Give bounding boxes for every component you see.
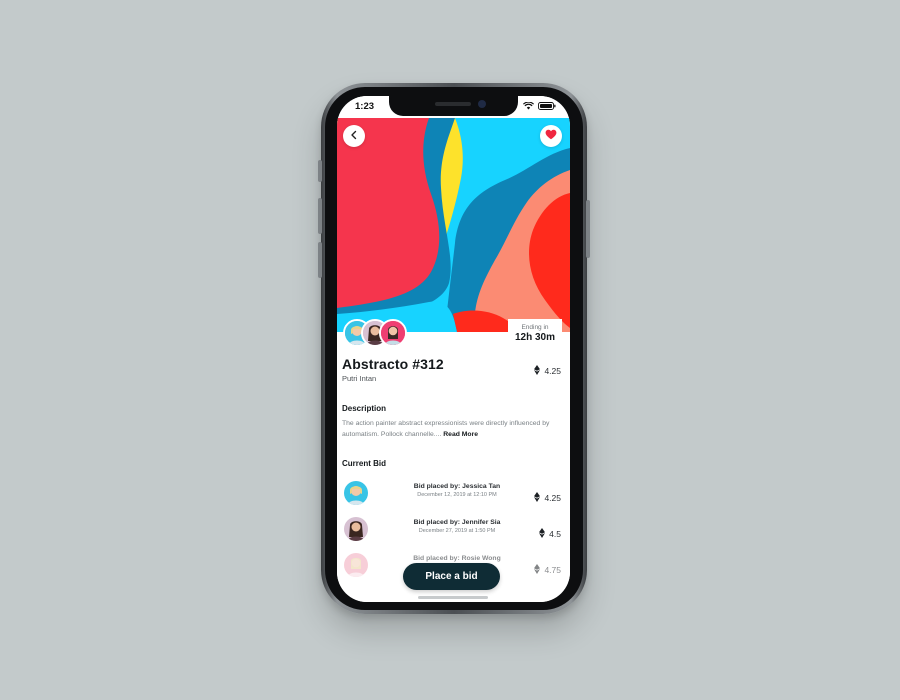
wifi-icon [523,102,534,110]
mute-switch [318,160,322,182]
bid-placed-by: Bid placed by: Jennifer Sia [413,519,501,526]
ethereum-icon [534,362,541,380]
bid-date: December 12, 2019 at 12:10 PM [417,492,497,498]
bid-row[interactable]: Bid placed by: Jennifer Sia December 27,… [337,513,570,545]
back-button[interactable] [343,125,365,147]
ending-timer: Ending in 12h 30m [508,319,562,347]
bid-price: 4.25 [534,489,561,507]
like-button[interactable] [540,125,562,147]
status-icons [523,102,556,110]
place-bid-button[interactable]: Place a bid [403,563,500,590]
description-title: Description [342,404,387,413]
phone-screen: 1:23 Ending in 12h 30m Abstracto #312 Pu… [337,96,570,602]
avatar [344,553,368,577]
ending-label: Ending in [521,324,549,331]
status-time: 1:23 [355,101,375,112]
artwork-title: Abstracto #312 [342,356,444,372]
speaker-grille [435,102,471,106]
bid-price: 4.5 [539,525,561,543]
artwork-details: Abstracto #312 Putri Intan 4.25 Descript… [337,332,570,602]
volume-up-button [318,198,322,234]
bid-price-value: 4.5 [549,529,561,539]
chevron-left-icon [349,127,359,145]
notch [389,96,518,116]
price-value: 4.25 [544,366,561,376]
ethereum-icon [534,561,541,579]
avatar [344,481,368,505]
bid-price-value: 4.75 [544,565,561,575]
volume-down-button [318,242,322,278]
bid-placed-by: Bid placed by: Rosie Wong [413,555,501,562]
bid-row[interactable]: Bid placed by: Jessica Tan December 12, … [337,477,570,509]
artwork-price: 4.25 [534,362,561,380]
front-camera [478,100,486,108]
stage: 1:23 Ending in 12h 30m Abstracto #312 Pu… [0,0,900,700]
current-bid-title: Current Bid [342,459,386,468]
bidder-avatars [343,319,413,347]
bid-info: Bid placed by: Jessica Tan December 12, … [387,483,527,498]
bid-placed-by: Bid placed by: Jessica Tan [413,483,501,490]
ethereum-icon [534,489,541,507]
avatar [344,517,368,541]
ethereum-icon [539,525,546,543]
description-text: The action painter abstract expressionis… [342,418,564,440]
artist-name[interactable]: Putri Intan [342,374,376,383]
bid-date: December 27, 2019 at 1:50 PM [418,528,496,534]
artwork-image [337,118,570,332]
read-more-link[interactable]: Read More [443,431,478,438]
home-indicator[interactable] [418,596,488,599]
ending-value: 12h 30m [514,332,556,343]
bid-info: Bid placed by: Jennifer Sia December 27,… [387,519,527,534]
bid-price: 4.75 [534,561,561,579]
power-button [586,200,590,258]
avatar[interactable] [379,319,407,347]
bid-price-value: 4.25 [544,493,561,503]
heart-icon [545,127,557,145]
battery-icon [538,102,556,110]
